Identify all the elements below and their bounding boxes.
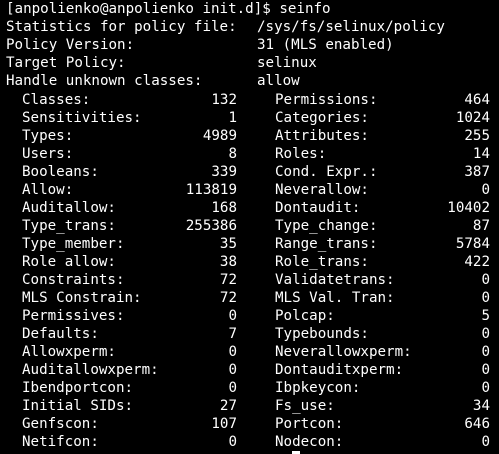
header-value: /sys/fs/selinux/policy [257,19,445,35]
stat-value: 0 [228,344,237,360]
stat-value: 107 [211,416,237,432]
header-label: Policy Version: [6,37,135,53]
stat-value: 255 [464,128,490,144]
stat-label: Dontauditxperm: [275,362,404,378]
stat-label: Role allow: [22,254,116,270]
stat-label: MLS Val. Tran: [275,290,395,306]
stat-value: 0 [228,362,237,378]
header-label: Handle unknown classes: [6,73,203,89]
stat-value: 1024 [455,110,490,126]
stat-label: Roles: [275,146,327,162]
header-value: allow [257,73,300,89]
stat-label: Sensitivities: [22,110,142,126]
stat-value: 255386 [185,218,237,234]
stat-value: 0 [481,272,490,288]
stat-value: 113819 [185,182,237,198]
stat-label: MLS Constrain: [22,290,142,306]
stat-value: 464 [464,92,490,108]
stat-label: Classes: [22,92,91,108]
stat-label: Users: [22,146,74,162]
stat-value: 0 [481,434,490,450]
stat-value: 387 [464,164,490,180]
stat-label: Type_member: [22,236,125,252]
stat-label: Defaults: [22,326,99,342]
stat-label: Attributes: [275,128,369,144]
stat-label: Ibpkeycon: [275,380,361,396]
stat-label: Ibendportcon: [22,380,134,396]
stat-value: 0 [228,434,237,450]
stat-value: 7 [228,326,237,342]
stat-label: Range_trans: [275,236,378,252]
stat-value: 72 [219,272,237,288]
stat-label: Typebounds: [275,326,369,342]
stat-label: Categories: [275,110,369,126]
stat-label: Cond. Expr.: [275,164,378,180]
stat-label: Auditallow: [22,200,116,216]
stat-label: Genfscon: [22,416,99,432]
header-value: 31 (MLS enabled) [257,37,394,53]
stat-value: 0 [481,290,490,306]
stat-value: 14 [472,146,490,162]
stat-label: Permissions: [275,92,378,108]
stat-label: Types: [22,128,74,144]
stat-label: Fs_use: [275,398,335,414]
stat-value: 5784 [455,236,490,252]
stat-value: 87 [472,218,490,234]
stat-value: 38 [219,254,237,270]
stat-value: 8 [228,146,237,162]
stat-label: Initial SIDs: [22,398,134,414]
stat-label: Auditallowxperm: [22,362,159,378]
stat-label: Booleans: [22,164,99,180]
stat-value: 0 [228,380,237,396]
stat-label: Type_change: [275,218,378,234]
stat-value: 0 [481,326,490,342]
stat-value: 10402 [447,200,490,216]
terminal-window[interactable]: [anpolienko@anpolienko init.d]$ seinfo S… [0,0,499,454]
stat-value: 0 [481,344,490,360]
stat-value: 0 [481,380,490,396]
stat-label: Permissives: [22,308,125,324]
stat-label: Netifcon: [22,434,99,450]
stat-label: Dontaudit: [275,200,361,216]
stat-value: 5 [481,308,490,324]
header-label: Target Policy: [6,55,126,71]
stat-label: Allowxperm: [22,344,116,360]
stat-value: 0 [481,182,490,198]
stat-label: Allow: [22,182,74,198]
stat-value: 0 [481,362,490,378]
stat-label: Neverallow: [275,182,369,198]
stat-value: 4989 [202,128,237,144]
stat-value: 132 [211,92,237,108]
stat-label: Validatetrans: [275,272,395,288]
stat-value: 339 [211,164,237,180]
stat-value: 34 [472,398,490,414]
stat-value: 1 [228,110,237,126]
stat-label: Constraints: [22,272,125,288]
stat-value: 72 [219,290,237,306]
stat-value: 168 [211,200,237,216]
header-label: Statistics for policy file: [6,19,237,35]
header-value: selinux [257,55,317,71]
stat-label: Portcon: [275,416,344,432]
stat-label: Role_trans: [275,254,369,270]
stat-value: 422 [464,254,490,270]
stat-value: 0 [228,308,237,324]
stat-value: 646 [464,416,490,432]
stat-label: Type_trans: [22,218,116,234]
stat-label: Neverallowxperm: [275,344,412,360]
stat-value: 27 [219,398,237,414]
stat-label: Nodecon: [275,434,344,450]
shell-prompt-line: [anpolienko@anpolienko init.d]$ seinfo [6,1,331,17]
stat-value: 35 [219,236,237,252]
stat-label: Polcap: [275,308,335,324]
